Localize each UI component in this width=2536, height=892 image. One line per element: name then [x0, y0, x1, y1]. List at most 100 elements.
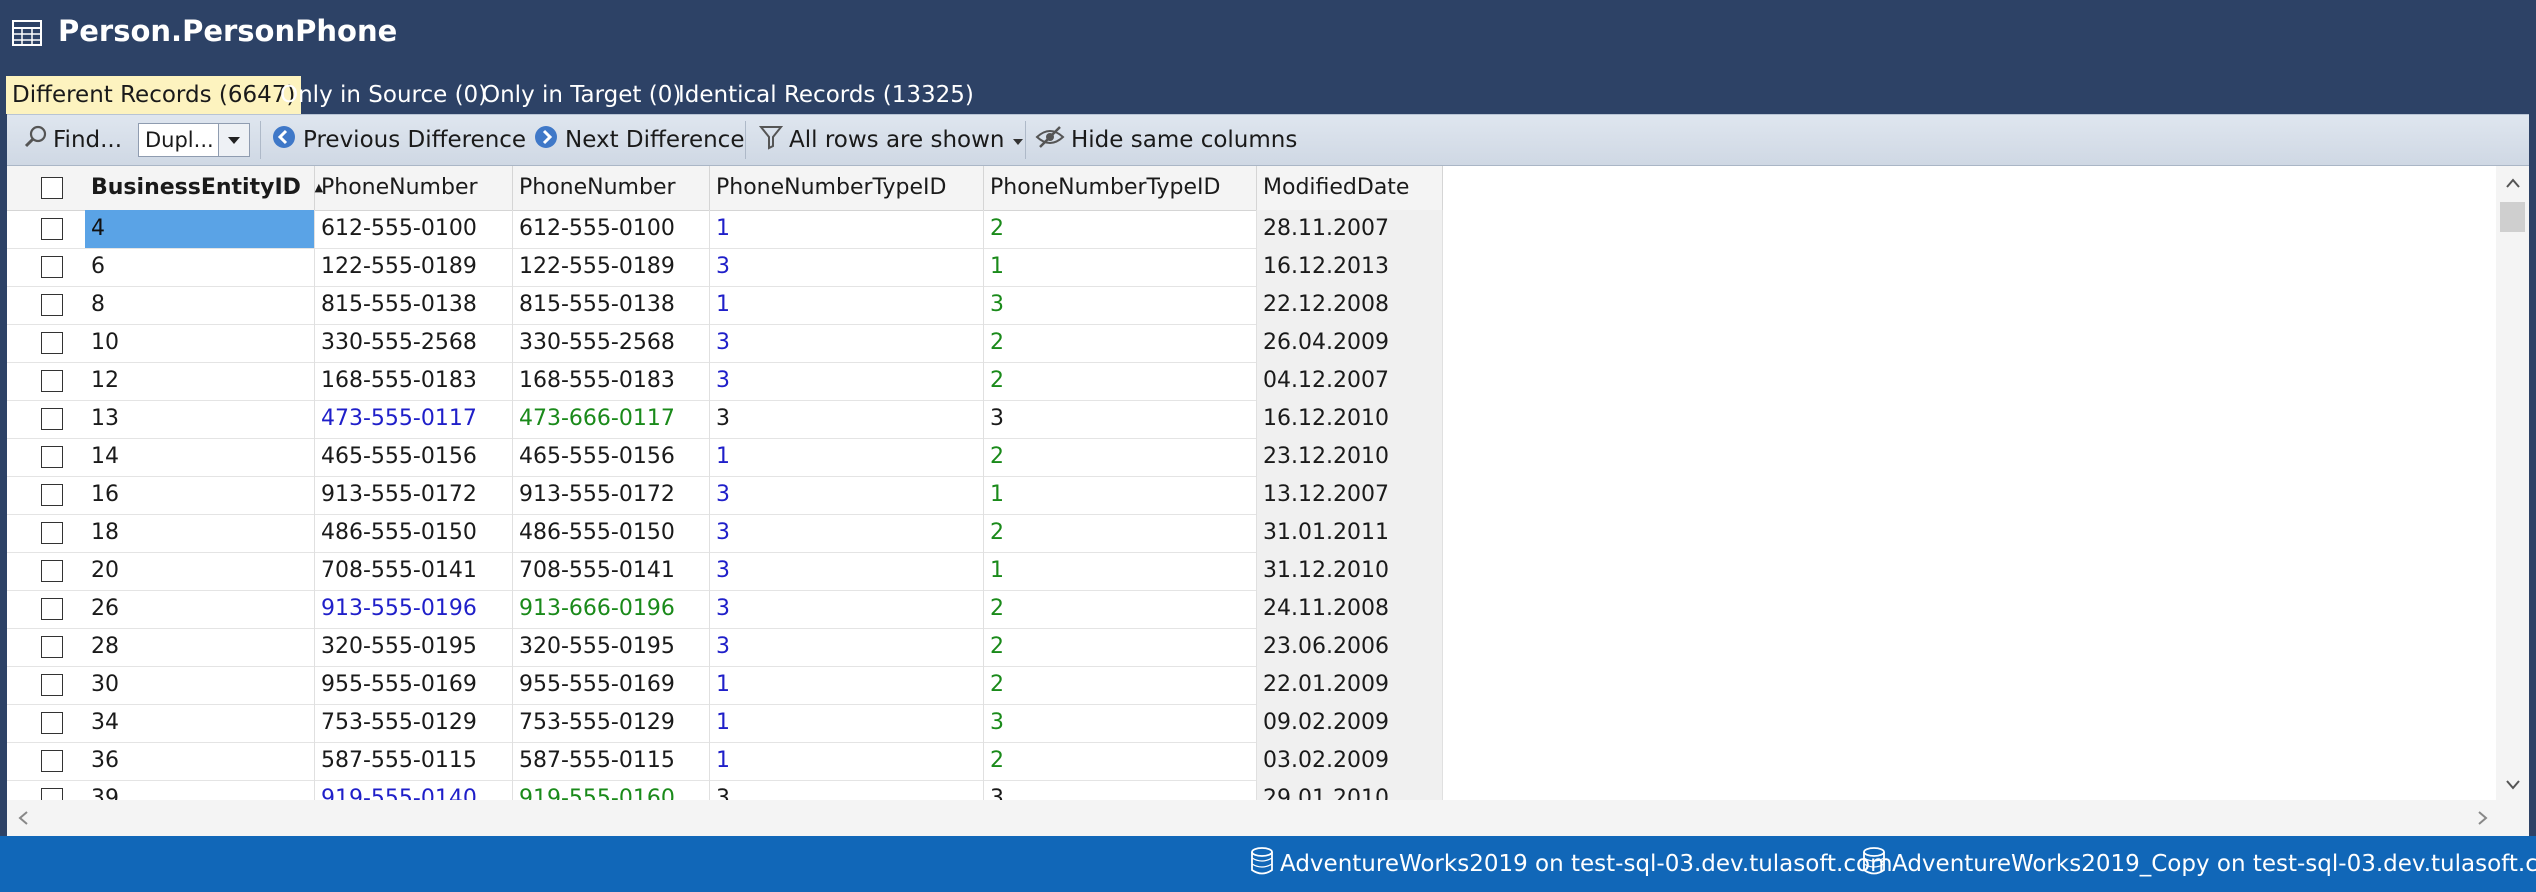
table-row[interactable]: 36 587-555-0115 587-555-0115 1 2 03.02.2009 — [7, 742, 1443, 781]
cell-date[interactable]: 31.12.2010 — [1257, 552, 1443, 590]
cell-id[interactable]: 39 — [85, 780, 315, 800]
tab-only-in-source[interactable]: Only in Source (0) — [274, 78, 493, 112]
column-header-phonenumbertypeid-source[interactable]: PhoneNumberTypeID — [710, 166, 984, 210]
cell-date[interactable]: 13.12.2007 — [1257, 476, 1443, 514]
cell-id[interactable]: 4 — [85, 210, 315, 248]
row-checkbox[interactable] — [41, 674, 63, 696]
cell-src-phone[interactable]: 612-555-0100 — [315, 210, 513, 248]
cell-id[interactable]: 18 — [85, 514, 315, 552]
cell-id[interactable]: 36 — [85, 742, 315, 780]
cell-src-type[interactable]: 3 — [710, 324, 984, 362]
cell-src-phone[interactable]: 486-555-0150 — [315, 514, 513, 552]
cell-tgt-phone[interactable]: 913-555-0172 — [513, 476, 710, 514]
row-checkbox[interactable] — [41, 294, 63, 316]
cell-tgt-phone[interactable]: 708-555-0141 — [513, 552, 710, 590]
cell-src-type[interactable]: 3 — [710, 590, 984, 628]
table-row[interactable]: 28 320-555-0195 320-555-0195 3 2 23.06.2006 — [7, 628, 1443, 667]
scroll-up-icon[interactable] — [2505, 174, 2521, 193]
cell-tgt-phone[interactable]: 320-555-0195 — [513, 628, 710, 666]
cell-tgt-type[interactable]: 3 — [984, 704, 1257, 742]
table-row[interactable]: 13 473-555-0117 473-666-0117 3 3 16.12.2010 — [7, 400, 1443, 439]
cell-tgt-phone[interactable]: 913-666-0196 — [513, 590, 710, 628]
column-header-phonenumbertypeid-target[interactable]: PhoneNumberTypeID — [984, 166, 1257, 210]
cell-date[interactable]: 28.11.2007 — [1257, 210, 1443, 248]
cell-tgt-phone[interactable]: 168-555-0183 — [513, 362, 710, 400]
cell-tgt-type[interactable]: 2 — [984, 628, 1257, 666]
cell-tgt-type[interactable]: 2 — [984, 324, 1257, 362]
row-checkbox[interactable] — [41, 750, 63, 772]
cell-tgt-phone[interactable]: 330-555-2568 — [513, 324, 710, 362]
cell-tgt-phone[interactable]: 955-555-0169 — [513, 666, 710, 704]
cell-id[interactable]: 28 — [85, 628, 315, 666]
scroll-right-icon[interactable] — [2477, 810, 2489, 830]
scroll-down-icon[interactable] — [2505, 776, 2521, 795]
row-checkbox[interactable] — [41, 560, 63, 582]
cell-src-type[interactable]: 3 — [710, 780, 984, 800]
cell-date[interactable]: 26.04.2009 — [1257, 324, 1443, 362]
table-row[interactable]: 6 122-555-0189 122-555-0189 3 1 16.12.2013 — [7, 248, 1443, 287]
cell-src-phone[interactable]: 473-555-0117 — [315, 400, 513, 438]
cell-date[interactable]: 04.12.2007 — [1257, 362, 1443, 400]
row-checkbox[interactable] — [41, 332, 63, 354]
cell-tgt-phone[interactable]: 919-555-0160 — [513, 780, 710, 800]
cell-tgt-type[interactable]: 1 — [984, 552, 1257, 590]
row-checkbox[interactable] — [41, 446, 63, 468]
cell-src-phone[interactable]: 913-555-0172 — [315, 476, 513, 514]
cell-src-type[interactable]: 1 — [710, 742, 984, 780]
cell-date[interactable]: 31.01.2011 — [1257, 514, 1443, 552]
cell-date[interactable]: 16.12.2013 — [1257, 248, 1443, 286]
cell-src-type[interactable]: 3 — [710, 552, 984, 590]
row-checkbox[interactable] — [41, 712, 63, 734]
cell-id[interactable]: 16 — [85, 476, 315, 514]
vertical-scroll-thumb[interactable] — [2500, 202, 2525, 232]
cell-src-type[interactable]: 3 — [710, 400, 984, 438]
column-header-phonenumber-target[interactable]: PhoneNumber — [513, 166, 710, 210]
cell-tgt-type[interactable]: 3 — [984, 400, 1257, 438]
cell-id[interactable]: 6 — [85, 248, 315, 286]
cell-date[interactable]: 23.12.2010 — [1257, 438, 1443, 476]
tab-identical-records[interactable]: Identical Records (13325) — [672, 78, 980, 112]
cell-tgt-type[interactable]: 3 — [984, 286, 1257, 324]
table-row[interactable]: 39 919-555-0140 919-555-0160 3 3 29.01.2010 — [7, 780, 1443, 800]
cell-src-type[interactable]: 3 — [710, 628, 984, 666]
hide-same-columns-button[interactable]: Hide same columns — [1035, 115, 1297, 165]
cell-src-type[interactable]: 3 — [710, 248, 984, 286]
cell-id[interactable]: 20 — [85, 552, 315, 590]
cell-date[interactable]: 23.06.2006 — [1257, 628, 1443, 666]
row-checkbox[interactable] — [41, 256, 63, 278]
cell-date[interactable]: 09.02.2009 — [1257, 704, 1443, 742]
cell-src-type[interactable]: 1 — [710, 704, 984, 742]
cell-tgt-type[interactable]: 2 — [984, 438, 1257, 476]
tab-different-records[interactable]: Different Records (6647) — [6, 76, 302, 114]
cell-date[interactable]: 24.11.2008 — [1257, 590, 1443, 628]
row-checkbox[interactable] — [41, 788, 63, 800]
cell-tgt-phone[interactable]: 587-555-0115 — [513, 742, 710, 780]
cell-src-phone[interactable]: 913-555-0196 — [315, 590, 513, 628]
table-row[interactable]: 14 465-555-0156 465-555-0156 1 2 23.12.2010 — [7, 438, 1443, 477]
row-checkbox[interactable] — [41, 218, 63, 240]
cell-date[interactable]: 29.01.2010 — [1257, 780, 1443, 800]
table-row[interactable]: 4 612-555-0100 612-555-0100 1 2 28.11.2007 — [7, 210, 1443, 249]
cell-date[interactable]: 22.12.2008 — [1257, 286, 1443, 324]
cell-id[interactable]: 30 — [85, 666, 315, 704]
table-row[interactable]: 18 486-555-0150 486-555-0150 3 2 31.01.2011 — [7, 514, 1443, 553]
table-row[interactable]: 34 753-555-0129 753-555-0129 1 3 09.02.2009 — [7, 704, 1443, 743]
row-filter-dropdown[interactable]: All rows are shown — [758, 115, 1024, 165]
cell-src-type[interactable]: 1 — [710, 210, 984, 248]
table-row[interactable]: 8 815-555-0138 815-555-0138 1 3 22.12.2008 — [7, 286, 1443, 325]
cell-src-type[interactable]: 3 — [710, 514, 984, 552]
cell-tgt-type[interactable]: 2 — [984, 666, 1257, 704]
cell-date[interactable]: 03.02.2009 — [1257, 742, 1443, 780]
row-checkbox[interactable] — [41, 370, 63, 392]
column-header-phonenumber-source[interactable]: PhoneNumber — [315, 166, 513, 210]
tab-only-in-target[interactable]: Only in Target (0) — [476, 78, 687, 112]
cell-tgt-type[interactable]: 1 — [984, 476, 1257, 514]
find-button[interactable]: Find... — [23, 115, 122, 165]
cell-id[interactable]: 12 — [85, 362, 315, 400]
cell-tgt-phone[interactable]: 122-555-0189 — [513, 248, 710, 286]
cell-src-phone[interactable]: 122-555-0189 — [315, 248, 513, 286]
cell-src-type[interactable]: 3 — [710, 362, 984, 400]
row-checkbox[interactable] — [41, 598, 63, 620]
cell-tgt-type[interactable]: 2 — [984, 362, 1257, 400]
cell-src-phone[interactable]: 919-555-0140 — [315, 780, 513, 800]
